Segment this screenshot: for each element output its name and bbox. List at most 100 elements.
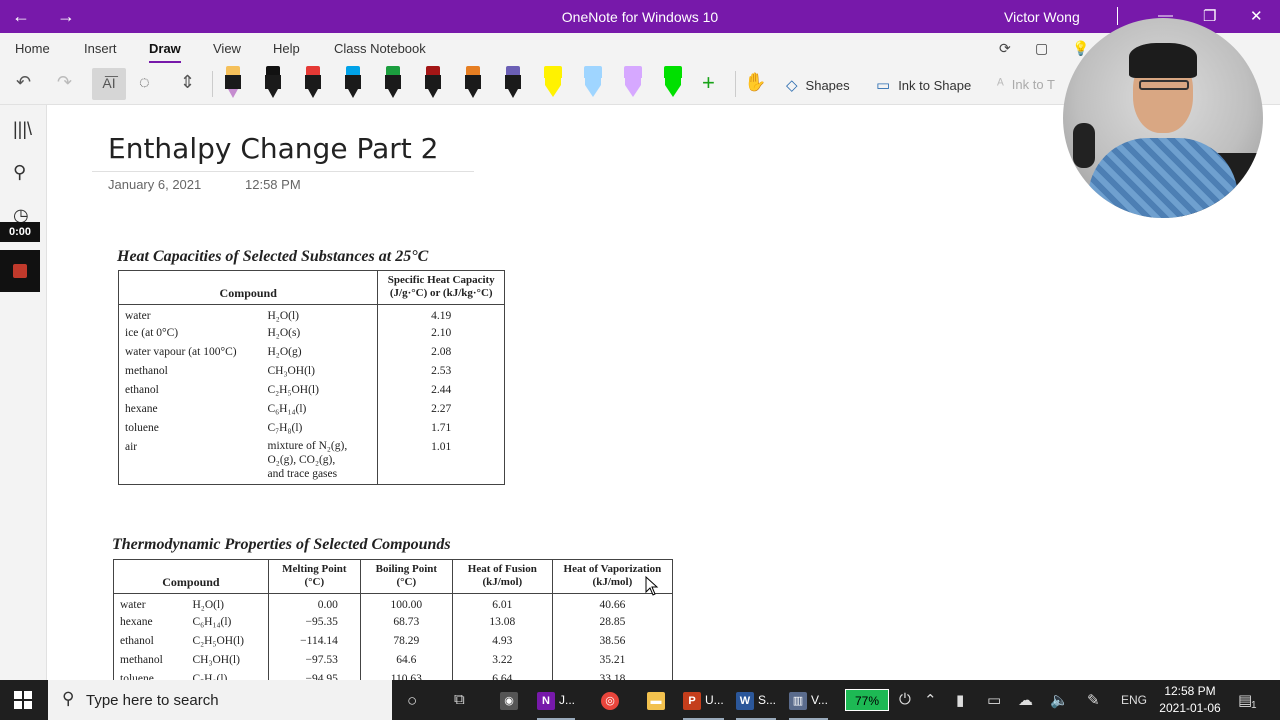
tab-home[interactable]: Home [15, 41, 50, 56]
shapes-button[interactable]: ◇ Shapes [786, 76, 850, 94]
power-plug-icon[interactable]: ⏻ [899, 691, 911, 708]
boiling-point-value: 100.00 [359, 593, 453, 614]
windows-start-icon[interactable] [14, 691, 32, 709]
heat-of-fusion-header-line1: Heat of Fusion [467, 563, 537, 575]
red-pen-icon[interactable] [302, 66, 324, 100]
table-row: ice (at 0°C) H₂O(s) 2.10 [119, 325, 505, 344]
taskbar-powerpoint[interactable]: P U... [683, 688, 724, 720]
add-pen-icon[interactable]: + [702, 70, 715, 96]
compound-name: ice (at 0°C) [125, 327, 179, 339]
language-indicator[interactable]: ENG [1121, 693, 1147, 707]
galaxy-pen-icon[interactable] [502, 66, 524, 100]
tab-insert[interactable]: Insert [84, 41, 117, 56]
chrome-icon[interactable]: ◎ [601, 688, 623, 712]
compound-formula-line: mixture of N₂(g), [267, 440, 348, 452]
onedrive-icon[interactable]: ☁ [1018, 691, 1033, 709]
ribbon-separator [735, 71, 736, 97]
visual-studio-icon: ▥ [789, 691, 807, 710]
left-navigation: |||\ ⚲ ◷ 0:00 [0, 105, 47, 680]
specific-heat-header-line1: Specific Heat Capacity [387, 274, 495, 286]
compound-name: ethanol [125, 384, 159, 396]
heat-of-vaporization-value: 28.85 [551, 614, 673, 633]
notebooks-icon[interactable]: |||\ [13, 119, 32, 140]
mouse-cursor-icon [645, 576, 659, 596]
clock-date: 2021-01-06 [1159, 701, 1221, 715]
pages-icon[interactable]: ▢ [1035, 40, 1048, 57]
tab-class-notebook[interactable]: Class Notebook [334, 41, 426, 56]
melting-point-value: −114.14 [267, 633, 361, 652]
boiling-point-value: 68.73 [359, 614, 453, 633]
ink-replay-icon[interactable]: ✋ [744, 72, 766, 93]
title-separator [1117, 7, 1118, 25]
camera-app-icon[interactable]: ◉ [500, 688, 522, 712]
cortana-icon[interactable]: ○ [407, 691, 417, 711]
page-time: 12:58 PM [245, 177, 301, 192]
lavender-highlighter-icon[interactable] [622, 66, 644, 100]
ink-to-shape-button[interactable]: ▭ Ink to Shape [876, 76, 971, 94]
pen-workspace-icon[interactable]: ✎ [1087, 691, 1100, 709]
purple-highlighter-icon[interactable] [222, 66, 244, 100]
heat-of-vaporization-value: 40.66 [551, 593, 673, 614]
shapes-icon: ◇ [786, 77, 798, 94]
type-select-icon[interactable]: A͞I [92, 68, 126, 100]
table-row: water vapour (at 100°C) H₂O(g) 2.08 [119, 344, 505, 363]
yellow-highlighter-icon[interactable] [542, 66, 564, 100]
specific-heat-value: 2.53 [377, 363, 505, 382]
user-name[interactable]: Victor Wong [1004, 9, 1080, 25]
lightblue-highlighter-icon[interactable] [582, 66, 604, 100]
taskbar-visual-studio[interactable]: ▥ V... [789, 688, 828, 720]
compound-name: toluene [125, 422, 159, 434]
heat-of-vaporization-value: 38.56 [551, 633, 673, 652]
heat-of-fusion-header-line2: (kJ/mol) [482, 576, 523, 588]
heat-of-fusion-value: 13.08 [451, 614, 553, 633]
task-view-icon[interactable]: ⧉ [454, 691, 465, 708]
volume-icon[interactable]: 🔈 [1050, 691, 1069, 709]
search-icon: ⚲ [62, 689, 75, 708]
taskbar-word[interactable]: W S... [736, 688, 777, 720]
system-clock[interactable]: 12:58 PM 2021-01-06 [1150, 683, 1230, 717]
battery-indicator[interactable]: 77% [845, 689, 889, 711]
network-icon[interactable]: ▭ [987, 691, 1001, 709]
taskbar-onenote[interactable]: N J... [537, 688, 576, 720]
ribbon-separator [212, 71, 213, 97]
compound-formula-line: O₂(g), CO₂(g), [267, 454, 336, 466]
tab-help[interactable]: Help [273, 41, 300, 56]
specific-heat-value: 4.19 [377, 304, 505, 325]
heat-of-vaporization-header-line1: Heat of Vaporization [563, 563, 662, 575]
compound-name: water [125, 310, 151, 322]
redo-icon[interactable]: ↷ [57, 72, 72, 93]
taskbar-search-input[interactable] [86, 688, 376, 712]
darkred-pen-icon[interactable] [422, 66, 444, 100]
tab-draw[interactable]: Draw [149, 41, 181, 63]
heat-capacities-heading: Heat Capacities of Selected Substances a… [117, 248, 429, 265]
microphone-icon[interactable]: ▮ [956, 691, 964, 709]
compound-header: Compound [113, 559, 269, 594]
ink-to-text-button[interactable]: ᴬ Ink to T [997, 76, 1055, 93]
lime-highlighter-icon[interactable] [662, 66, 684, 100]
tab-view[interactable]: View [213, 41, 241, 56]
file-explorer-icon[interactable]: ▬ [647, 688, 669, 712]
powerpoint-icon: P [683, 691, 701, 710]
lasso-select-icon[interactable]: ◌ [139, 72, 150, 93]
ink-to-shape-label: Ink to Shape [898, 78, 972, 93]
undo-icon[interactable]: ↶ [16, 72, 31, 93]
rainbow-pen-icon[interactable] [462, 66, 484, 100]
specific-heat-value: 1.01 [377, 439, 505, 485]
taskbar-search[interactable]: ⚲ [48, 680, 392, 720]
add-space-icon[interactable]: ⇕ [180, 72, 195, 93]
green-pen-icon[interactable] [382, 66, 404, 100]
sync-status-icon[interactable]: ⟳ [999, 40, 1011, 57]
blue-pen-icon[interactable] [342, 66, 364, 100]
close-icon[interactable]: ✕ [1250, 7, 1263, 25]
onenote-icon: N [537, 691, 555, 710]
restore-icon[interactable]: ❐ [1203, 7, 1216, 25]
taskbar-powerpoint-label: U... [705, 693, 724, 707]
specific-heat-value: 2.08 [377, 344, 505, 363]
record-stop-button[interactable] [0, 250, 40, 292]
boiling-point-value: 64.6 [359, 652, 453, 671]
chevron-up-icon[interactable]: ⌃ [924, 691, 937, 709]
search-icon[interactable]: ⚲ [13, 162, 26, 183]
page-title[interactable]: Enthalpy Change Part 2 [108, 132, 438, 165]
boiling-point-value: 78.29 [359, 633, 453, 652]
black-pen-icon[interactable] [262, 66, 284, 100]
